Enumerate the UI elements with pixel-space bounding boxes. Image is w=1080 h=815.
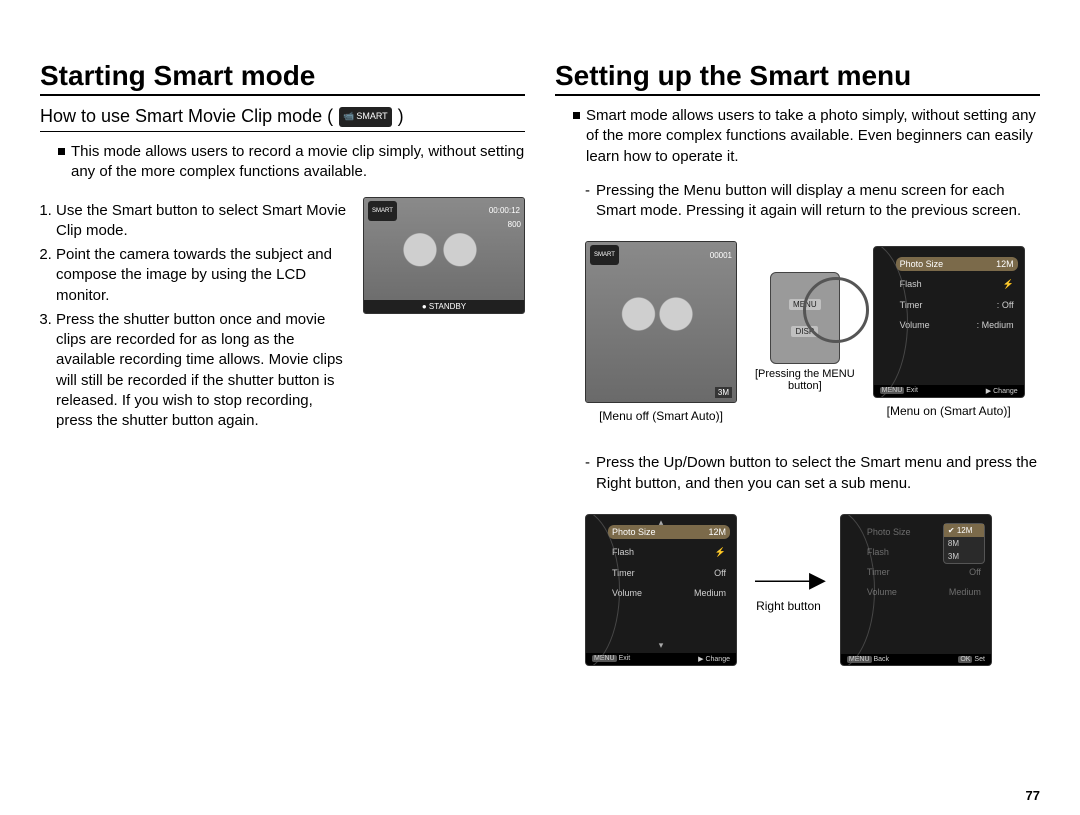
left-title: Starting Smart mode — [40, 60, 525, 96]
figure-row-1: SMART 00001 3M [Menu off (Smart Auto)] M… — [585, 241, 1040, 423]
step-2: Point the camera towards the subject and… — [56, 245, 349, 306]
caption-menu-off: [Menu off (Smart Auto)] — [599, 409, 723, 423]
right-button-label: Right button — [756, 599, 821, 613]
flash-icon: ⚡ — [1002, 279, 1013, 290]
lcd-smart-icon: SMART — [368, 201, 397, 221]
camera-back-illustration: MENU DISP — [770, 272, 840, 364]
lcd-submenu: Photo Size Flash TimerOff VolumeMedium ✔… — [840, 514, 992, 666]
caption-pressing-menu-1: [Pressing the MENU — [755, 368, 855, 380]
lcd-shots: 00001 — [710, 251, 732, 260]
left-subtitle: How to use Smart Movie Clip mode ( 📹SMAR… — [40, 106, 525, 132]
right-dash2: - Press the Up/Down button to select the… — [585, 453, 1040, 494]
left-intro: This mode allows users to record a movie… — [58, 142, 525, 183]
right-intro: Smart mode allows users to take a photo … — [573, 106, 1040, 167]
lcd-menu-select: ▴ Photo Size12M Flash⚡ TimerOff VolumeMe… — [585, 514, 737, 666]
movie-mode-lcd: SMART 00:00:12 800 ● STANDBY — [363, 197, 525, 314]
figure-row-2: ▴ Photo Size12M Flash⚡ TimerOff VolumeMe… — [585, 514, 1040, 666]
page-number: 77 — [1026, 788, 1040, 803]
caption-menu-on: [Menu on (Smart Auto)] — [887, 404, 1011, 418]
subtitle-prefix: How to use Smart Movie Clip mode ( — [40, 106, 333, 127]
right-column: Setting up the Smart menu Smart mode all… — [555, 60, 1040, 795]
lcd-standby: ● STANDBY — [364, 300, 524, 313]
step-3: Press the shutter button once and movie … — [56, 310, 349, 432]
lcd-menu-off: SMART 00001 3M — [585, 241, 737, 403]
caption-pressing-menu-2: button] — [788, 380, 822, 392]
smart-movie-icon: 📹SMART — [339, 107, 392, 127]
right-arrow-icon: ———▶ Right button — [755, 567, 822, 613]
submenu-popup: ✔ 12M 8M 3M — [943, 523, 985, 564]
right-title: Setting up the Smart menu — [555, 60, 1040, 96]
step-1: Use the Smart button to select Smart Mov… — [56, 201, 349, 242]
square-bullet-icon — [573, 112, 580, 119]
lcd-resolution: 800 — [508, 220, 521, 229]
lcd-smart-icon: SMART — [590, 245, 619, 265]
subtitle-suffix: ) — [398, 106, 404, 127]
square-bullet-icon — [58, 148, 65, 155]
steps-list: Use the Smart button to select Smart Mov… — [56, 201, 349, 436]
lcd-res-badge: 3M — [715, 387, 732, 398]
lcd-timer: 00:00:12 — [489, 206, 520, 215]
right-dash1: - Pressing the Menu button will display … — [585, 181, 1040, 222]
flash-icon: ⚡ — [715, 547, 726, 558]
left-column: Starting Smart mode How to use Smart Mov… — [40, 60, 525, 795]
lcd-menu-on: Photo Size12M Flash⚡ Timer: Off Volume: … — [873, 246, 1025, 398]
